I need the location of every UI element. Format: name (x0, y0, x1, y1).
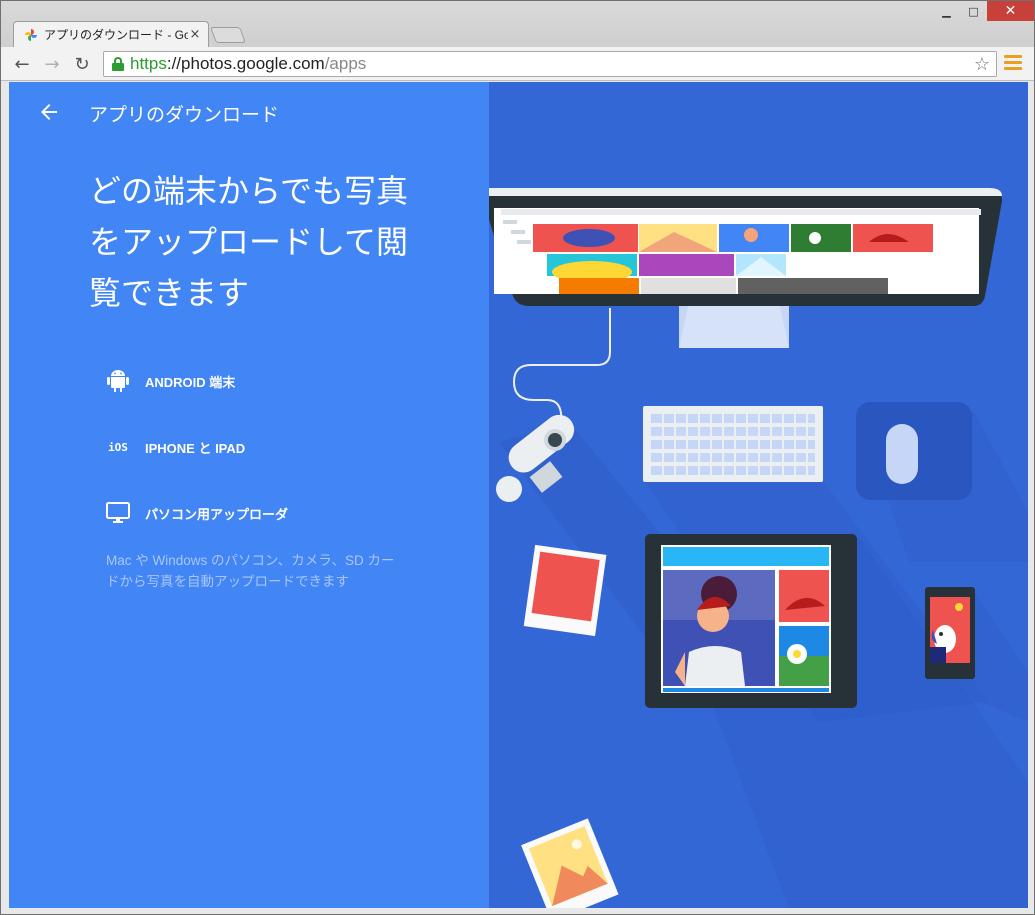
option-iphone-ipad[interactable]: iOS IPHONE と IPAD (105, 434, 245, 460)
window-controls: ▁ □ ✕ (933, 1, 1034, 21)
devices-illustration (489, 188, 1028, 908)
arrow-left-icon[interactable] (37, 100, 61, 124)
lock-icon (112, 57, 124, 71)
headline: どの端末からでも写真をアップロードして閲覧できます (89, 172, 409, 312)
keyboard-illustration (643, 406, 823, 482)
title-bar: アプリのダウンロード - Google × ▁ □ ✕ (1, 1, 1034, 47)
option-android[interactable]: ANDROID 端末 (105, 368, 235, 394)
page-content: アプリのダウンロード どの端末からでも写真をアップロードして閲覧できます AND… (9, 82, 1028, 908)
option-desktop-uploader[interactable]: パソコン用アップローダ (105, 500, 288, 526)
page-title: アプリのダウンロード (89, 104, 280, 126)
mouse-illustration (856, 402, 972, 500)
option-ios-label: IPHONE と IPAD (145, 440, 246, 456)
bookmark-star-icon[interactable]: ☆ (974, 54, 990, 75)
tab-title: アプリのダウンロード - Google (44, 28, 188, 42)
forward-button[interactable]: → (41, 53, 63, 75)
url-scheme: https (130, 54, 167, 73)
new-tab-button[interactable] (210, 27, 246, 43)
minimize-button[interactable]: ▁ (933, 1, 960, 21)
ios-icon: iOS (108, 440, 128, 454)
browser-tab[interactable]: アプリのダウンロード - Google × (13, 21, 209, 47)
option-desktop-label: パソコン用アップローダ (145, 506, 289, 522)
photos-illustration (521, 544, 619, 908)
option-android-label: ANDROID 端末 (145, 374, 236, 390)
monitor-icon (105, 500, 131, 526)
uploader-description: Mac や Windows のパソコン、カメラ、SD カードから写真を自動アップ… (106, 553, 395, 589)
phone-illustration (925, 587, 975, 679)
url-path: /apps (324, 54, 367, 73)
tablet-illustration (645, 534, 857, 708)
browser-toolbar: ← → ↻ https://photos.google.com/apps ☆ (1, 47, 1034, 81)
google-photos-favicon-icon (25, 28, 37, 41)
chrome-menu-button[interactable] (1004, 55, 1022, 73)
url-host: ://photos.google.com (166, 54, 325, 73)
left-panel: アプリのダウンロード どの端末からでも写真をアップロードして閲覧できます AND… (9, 82, 489, 908)
monitor-illustration (489, 188, 1002, 348)
right-panel (489, 82, 1028, 908)
address-bar[interactable]: https://photos.google.com/apps ☆ (103, 51, 997, 77)
reload-button[interactable]: ↻ (71, 53, 93, 75)
browser-window: アプリのダウンロード - Google × ▁ □ ✕ ← → ↻ https:… (0, 0, 1035, 915)
tab-close-icon[interactable]: × (188, 27, 202, 42)
maximize-button[interactable]: □ (960, 1, 987, 21)
back-button[interactable]: ← (11, 53, 33, 75)
android-icon (105, 368, 131, 394)
close-window-button[interactable]: ✕ (987, 1, 1034, 21)
url-text[interactable]: https://photos.google.com/apps (130, 54, 366, 74)
